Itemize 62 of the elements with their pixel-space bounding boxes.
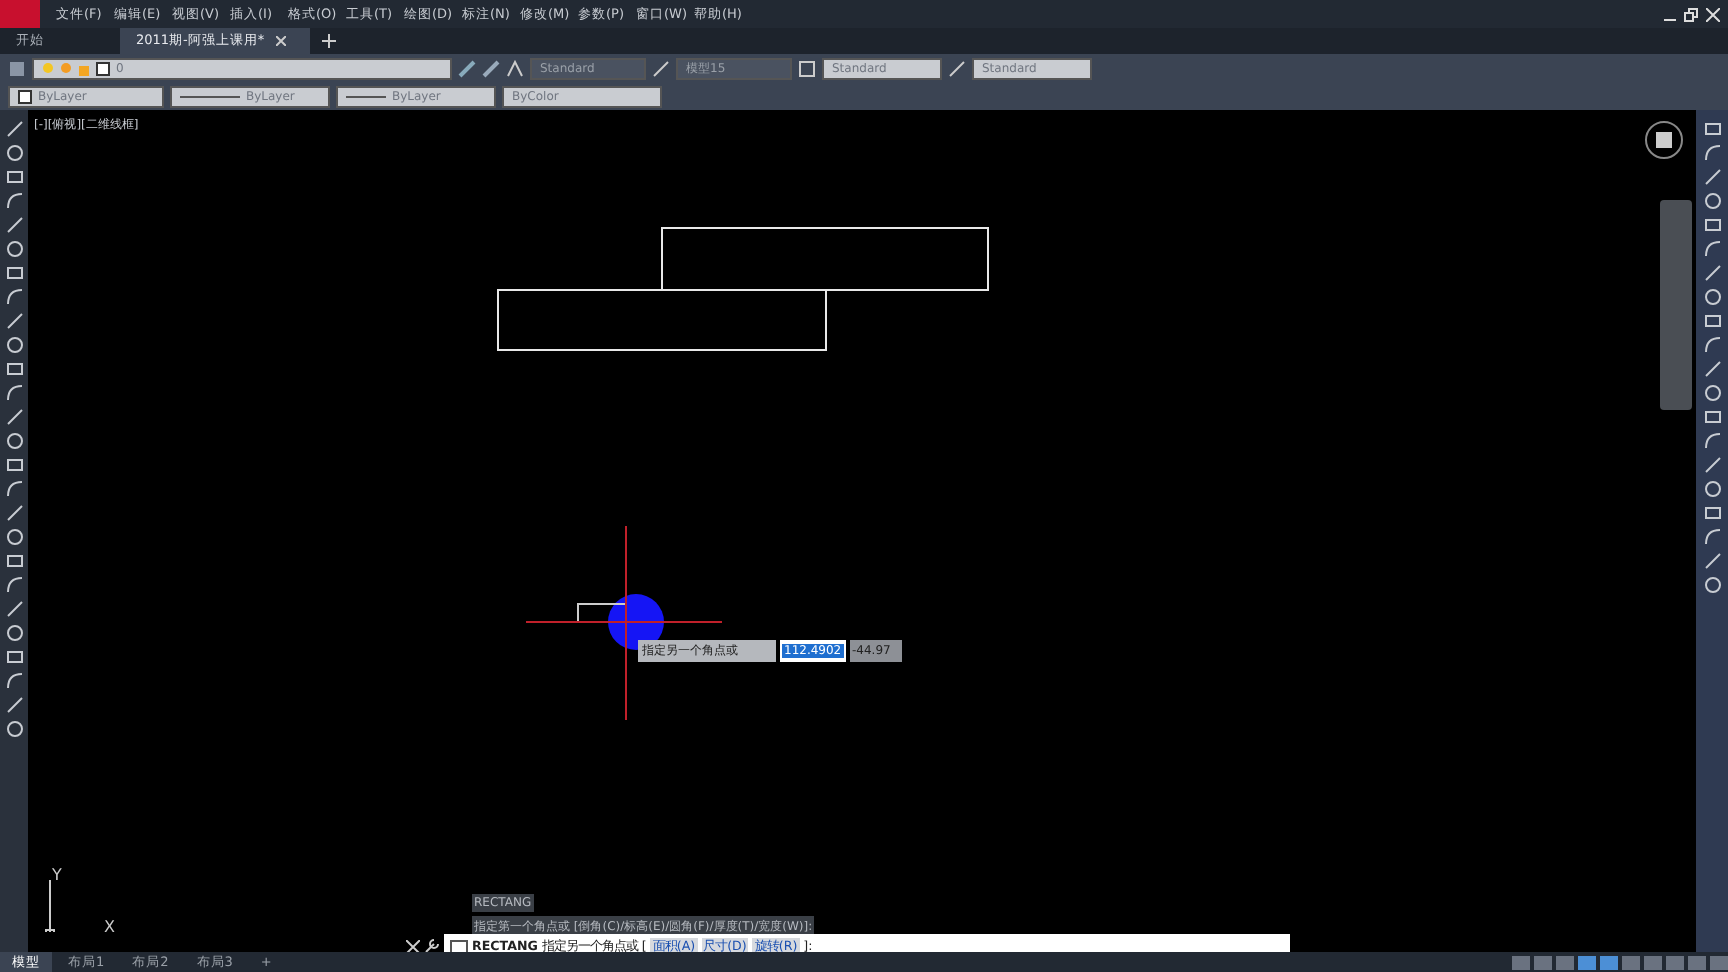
square-icon[interactable]	[5, 456, 23, 474]
color-swatch-icon	[18, 89, 32, 103]
restore-icon[interactable]	[1684, 7, 1698, 21]
table-style-icon[interactable]	[798, 59, 816, 77]
rectangle-shape[interactable]	[661, 227, 989, 291]
line-icon[interactable]	[5, 504, 23, 522]
ucs-x-label: X	[104, 918, 115, 936]
line-icon[interactable]	[5, 120, 23, 138]
line-icon[interactable]	[5, 312, 23, 330]
add-icon[interactable]	[322, 34, 336, 48]
square-icon[interactable]	[1703, 408, 1721, 426]
circle-icon[interactable]	[5, 528, 23, 546]
line-icon[interactable]	[1703, 552, 1721, 570]
square-icon[interactable]	[5, 552, 23, 570]
line-icon[interactable]	[1703, 456, 1721, 474]
arc-icon[interactable]	[1703, 432, 1721, 450]
arc-icon[interactable]	[5, 288, 23, 306]
circle-icon[interactable]	[5, 624, 23, 642]
circle-icon[interactable]	[1703, 480, 1721, 498]
line-sample-icon	[180, 93, 240, 99]
line-icon[interactable]	[5, 216, 23, 234]
view-cube-icon[interactable]	[1644, 120, 1684, 160]
circle-icon[interactable]	[1703, 576, 1721, 594]
arc-icon[interactable]	[1703, 144, 1721, 162]
circle-icon[interactable]	[5, 432, 23, 450]
square-icon[interactable]	[1703, 216, 1721, 234]
arc-icon[interactable]	[1703, 240, 1721, 258]
arc-icon[interactable]	[5, 192, 23, 210]
square-icon[interactable]	[5, 360, 23, 378]
arc-icon[interactable]	[5, 384, 23, 402]
rectangle-shape[interactable]	[497, 289, 827, 351]
square-icon[interactable]	[1703, 312, 1721, 330]
arc-icon[interactable]	[1703, 336, 1721, 354]
close-icon[interactable]	[1706, 7, 1720, 21]
arc-icon[interactable]	[5, 576, 23, 594]
close-icon[interactable]	[276, 36, 287, 46]
circle-icon[interactable]	[1703, 192, 1721, 210]
arc-icon[interactable]	[5, 480, 23, 498]
circle-icon[interactable]	[1703, 384, 1721, 402]
wrench-icon[interactable]	[424, 938, 440, 952]
square-icon[interactable]	[1703, 504, 1721, 522]
close-icon[interactable]	[406, 939, 420, 952]
line-icon[interactable]	[5, 696, 23, 714]
line-sample-icon	[346, 93, 386, 99]
line-icon[interactable]	[1703, 264, 1721, 282]
square-icon[interactable]	[1703, 120, 1721, 138]
square-icon[interactable]	[5, 168, 23, 186]
ucs-y-label: Y	[52, 866, 62, 884]
line-icon[interactable]	[5, 408, 23, 426]
circle-icon[interactable]	[5, 720, 23, 738]
line-icon[interactable]	[1703, 168, 1721, 186]
line-icon[interactable]	[5, 600, 23, 618]
circle-icon[interactable]	[5, 240, 23, 258]
square-icon[interactable]	[5, 648, 23, 666]
arc-icon[interactable]	[1703, 528, 1721, 546]
arc-icon[interactable]	[5, 672, 23, 690]
line-icon[interactable]	[1703, 360, 1721, 378]
circle-icon[interactable]	[5, 144, 23, 162]
circle-icon[interactable]	[1703, 288, 1721, 306]
circle-icon[interactable]	[5, 336, 23, 354]
square-icon[interactable]	[5, 264, 23, 282]
color-swatch-icon	[96, 61, 110, 75]
